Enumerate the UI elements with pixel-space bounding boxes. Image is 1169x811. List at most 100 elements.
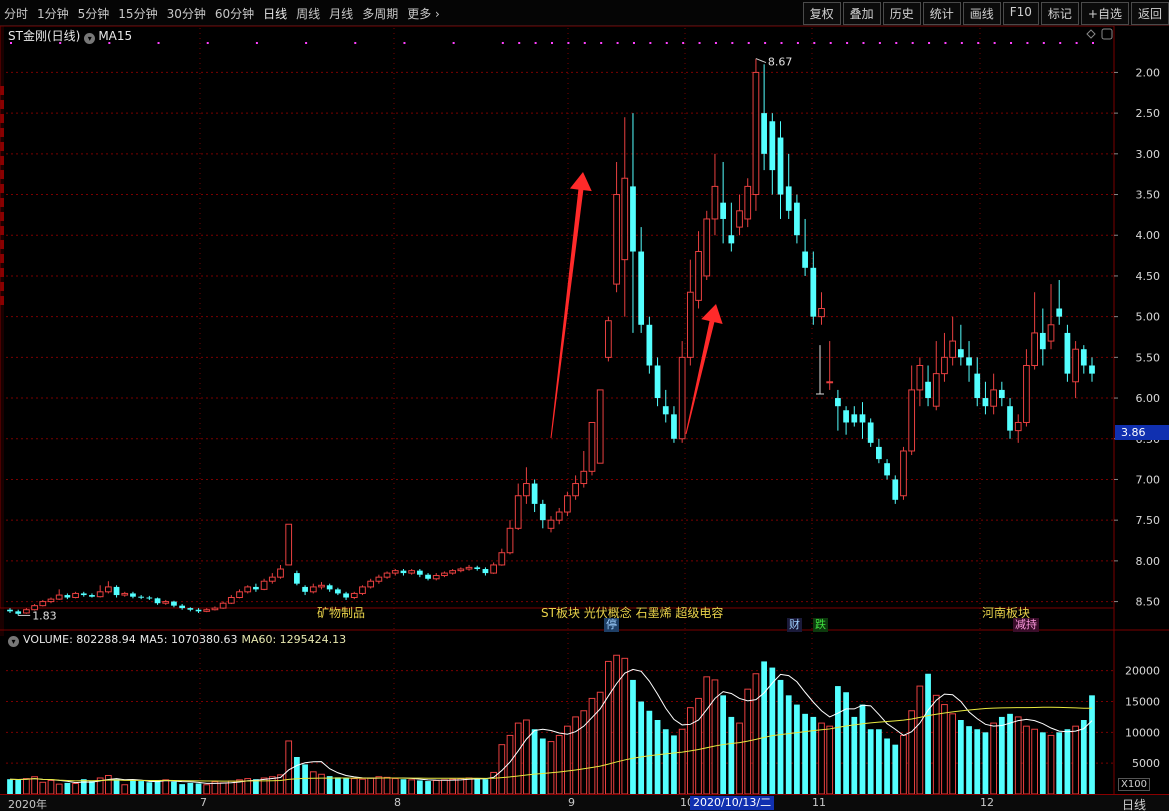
volume-bar-down bbox=[1039, 732, 1046, 794]
chevron-down-icon[interactable]: ▾ bbox=[8, 636, 19, 647]
candle-up bbox=[1023, 364, 1030, 423]
period-tab[interactable]: 更多 bbox=[407, 5, 440, 22]
signal-dot bbox=[796, 42, 799, 44]
volume-bar-down bbox=[982, 732, 989, 794]
sector-annotation-mineral[interactable]: 矿物制品 bbox=[317, 604, 365, 621]
toolbar-button[interactable]: +自选 bbox=[1080, 2, 1129, 25]
period-tab[interactable]: 分时 bbox=[4, 5, 28, 22]
candle-up bbox=[744, 185, 752, 220]
volume-bar-down bbox=[859, 704, 866, 794]
chart-canvas[interactable]: 8.508.007.507.006.506.005.505.004.504.00… bbox=[0, 26, 1169, 794]
period-tab[interactable]: 15分钟 bbox=[118, 5, 157, 22]
toolbar-button[interactable]: 统计 bbox=[922, 2, 961, 25]
period-tab[interactable]: 30分钟 bbox=[167, 5, 206, 22]
signal-dot bbox=[600, 42, 603, 44]
toolbar-button[interactable]: 画线 bbox=[962, 2, 1001, 25]
period-tab[interactable]: 60分钟 bbox=[215, 5, 254, 22]
candle-up bbox=[1014, 421, 1022, 432]
candle-up bbox=[441, 572, 448, 577]
price-tick-label: 3.50 bbox=[1136, 189, 1161, 202]
signal-dot bbox=[403, 42, 406, 44]
volume-bar-up bbox=[555, 734, 563, 794]
toolbar-button[interactable]: 历史 bbox=[882, 2, 921, 25]
candle-down bbox=[843, 410, 849, 423]
toolbar-button[interactable]: 叠加 bbox=[842, 2, 881, 25]
signal-dot bbox=[518, 42, 521, 44]
volume-bar-down bbox=[1064, 729, 1071, 794]
candle-up bbox=[506, 527, 514, 554]
volume-bar-up bbox=[572, 716, 579, 794]
volume-tick-label: 15000 bbox=[1125, 696, 1160, 709]
volume-bar-down bbox=[802, 713, 808, 794]
candle-up bbox=[908, 389, 916, 452]
event-chip-fall[interactable]: 跌 bbox=[813, 618, 828, 632]
candle-down bbox=[7, 609, 13, 612]
volume-bar-up bbox=[350, 778, 358, 794]
signal-dot bbox=[501, 42, 504, 44]
candle-up bbox=[47, 598, 55, 603]
price-tick-label: 7.00 bbox=[1136, 473, 1161, 486]
x-axis-label: 9 bbox=[568, 796, 575, 809]
high-price-label: 8.67 bbox=[768, 56, 793, 69]
period-tab[interactable]: 月线 bbox=[329, 5, 353, 22]
event-chip-suspend[interactable]: 停 bbox=[604, 618, 619, 632]
period-tab[interactable]: 日线 bbox=[263, 5, 287, 22]
candle-down bbox=[851, 414, 858, 423]
candle-up bbox=[564, 495, 571, 513]
volume-bar-up bbox=[121, 784, 129, 794]
volume-ma60-value: MA60: 1295424.13 bbox=[241, 633, 347, 646]
signal-dot bbox=[534, 42, 537, 44]
volume-bar-down bbox=[400, 779, 407, 794]
volume-bar-down bbox=[1080, 720, 1087, 794]
volume-bar-down bbox=[1089, 695, 1095, 794]
candle-up bbox=[285, 523, 293, 566]
volume-bar-down bbox=[482, 779, 489, 794]
candle-down bbox=[302, 586, 308, 592]
candle-up bbox=[211, 607, 219, 611]
candle-up bbox=[449, 570, 457, 574]
toolbar-button[interactable]: 复权 bbox=[802, 2, 841, 25]
candle-up bbox=[555, 511, 563, 521]
signal-dot bbox=[911, 42, 914, 44]
candle-up bbox=[432, 575, 440, 580]
x-axis-label: 7 bbox=[200, 796, 207, 809]
signal-dot bbox=[895, 42, 898, 44]
candle-up bbox=[613, 194, 620, 285]
price-tick-label: 8.00 bbox=[1136, 555, 1161, 568]
period-tab[interactable]: 多周期 bbox=[362, 5, 398, 22]
candle-down bbox=[630, 186, 636, 252]
price-tick-label: 5.00 bbox=[1136, 311, 1161, 324]
period-tab[interactable]: 周线 bbox=[296, 5, 320, 22]
signal-dot bbox=[714, 42, 717, 44]
volume-bar-up bbox=[916, 685, 924, 794]
event-chip-finance[interactable]: 财 bbox=[787, 618, 802, 632]
candle-up bbox=[678, 356, 686, 440]
volume-bar-up bbox=[1072, 725, 1079, 794]
candle-down bbox=[326, 585, 333, 590]
candle-down bbox=[80, 593, 87, 596]
candle-up bbox=[1047, 324, 1055, 342]
toolbar-button[interactable]: F10 bbox=[1002, 2, 1039, 25]
period-tab[interactable]: 5分钟 bbox=[78, 5, 110, 22]
candle-down bbox=[253, 586, 259, 590]
candle-down bbox=[425, 574, 431, 579]
volume-bar-down bbox=[80, 779, 87, 794]
candle-up bbox=[580, 470, 588, 485]
bottom-period-label[interactable]: 日线 bbox=[1122, 796, 1146, 811]
sector-annotation-concepts[interactable]: ST板块 光伏概念 石墨烯 超级电容 bbox=[541, 604, 723, 621]
volume-bar-down bbox=[302, 764, 308, 794]
event-chip-reduce[interactable]: 减持 bbox=[1013, 618, 1039, 632]
candle-down bbox=[89, 595, 95, 597]
candle-down bbox=[1056, 308, 1063, 317]
toolbar-button[interactable]: 返回 bbox=[1130, 2, 1169, 25]
candle-down bbox=[482, 569, 489, 574]
signal-dot bbox=[813, 42, 816, 44]
period-tab[interactable]: 1分钟 bbox=[37, 5, 69, 22]
x-axis-label: 12 bbox=[980, 796, 994, 809]
signal-dot bbox=[567, 42, 570, 44]
volume-bar-down bbox=[154, 780, 161, 794]
toolbar-button[interactable]: 标记 bbox=[1040, 2, 1079, 25]
candle-down bbox=[957, 349, 964, 358]
volume-bar-down bbox=[146, 782, 153, 794]
signal-dot bbox=[157, 42, 160, 44]
